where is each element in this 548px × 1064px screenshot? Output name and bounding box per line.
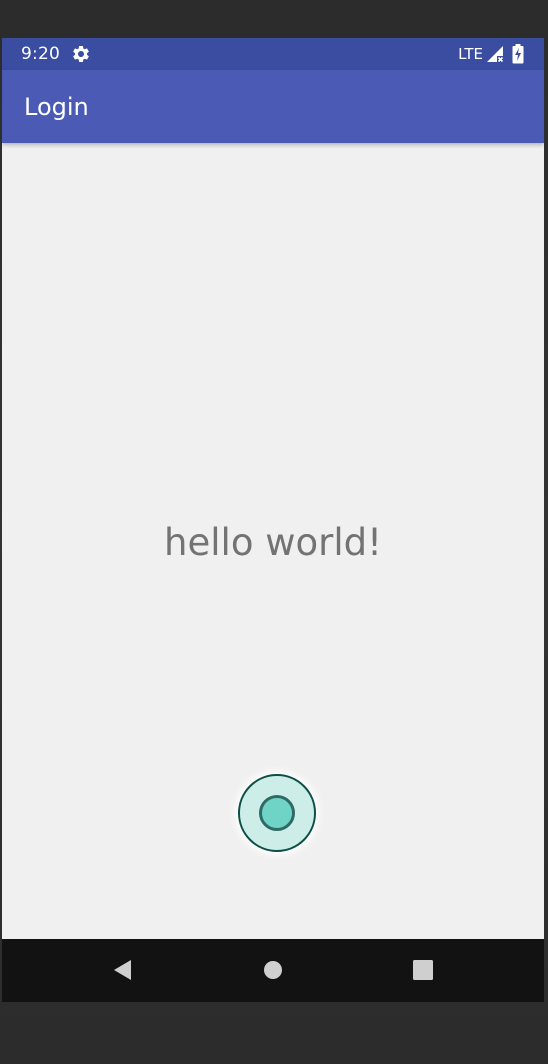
page-title: Login [24,93,89,121]
device-frame: 9:20 LTE Login hello world! [0,0,548,1064]
battery-charging-icon [512,44,524,64]
app-bar: Login [2,70,544,143]
back-icon[interactable] [110,957,136,983]
navigation-bar [2,939,544,1002]
recents-icon[interactable] [410,957,436,983]
hello-message: hello world! [164,521,382,564]
record-button[interactable] [238,774,316,852]
gear-icon [73,46,89,62]
network-type: LTE [458,45,483,63]
phone-screen: 9:20 LTE Login hello world! [2,38,544,1002]
record-circle-icon [259,795,295,831]
status-bar: 9:20 LTE [2,38,544,70]
status-time: 9:20 [21,44,60,64]
home-icon[interactable] [260,957,286,983]
status-indicators: LTE [458,43,524,65]
signal-icon [487,46,504,63]
